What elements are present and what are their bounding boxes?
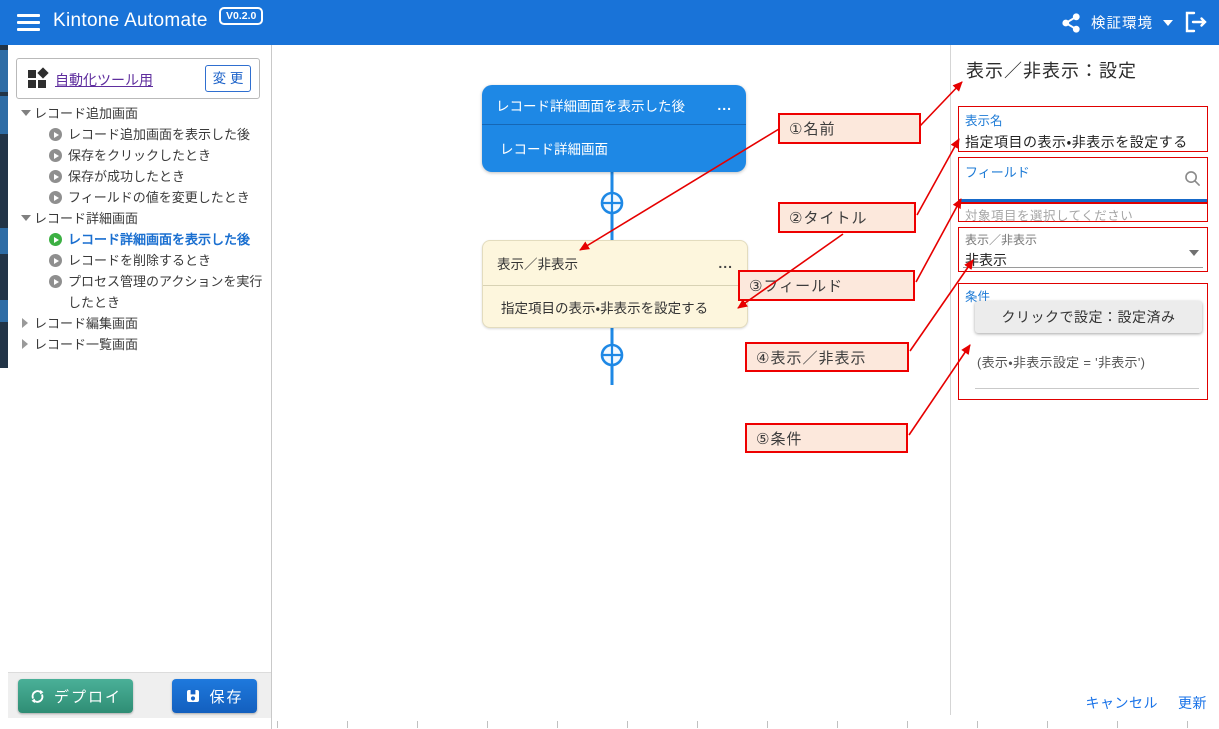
tree-event[interactable]: レコード追加画面を表示した後 [8, 124, 272, 145]
caret-right-icon [22, 339, 28, 349]
floppy-icon [185, 688, 201, 704]
share-icon[interactable] [1062, 13, 1081, 33]
kintone-automate-app: Kintone Automate V0.2.0 検証環境 [0, 0, 1219, 729]
annotation-title: ②タイトル [778, 202, 916, 233]
flow-canvas[interactable]: レコード詳細画面を表示した後 ... レコード詳細画面 表示／非表示 ... 指… [272, 45, 950, 729]
action-node-body: 指定項目の表示・非表示を設定する [483, 286, 747, 327]
annotation-field: ③フィールド [738, 270, 915, 301]
tree-group-record-list[interactable]: レコード一覧画面 [8, 334, 272, 355]
tree-group-record-add[interactable]: レコード追加画面 [8, 103, 272, 124]
event-icon [49, 170, 62, 183]
field-placeholder: 対象項目を選択してください [958, 203, 1208, 222]
panel-title: 表示／非表示：設定 [966, 57, 1137, 83]
tree-group-record-edit[interactable]: レコード編集画面 [8, 313, 272, 334]
event-icon [49, 191, 62, 204]
action-node[interactable]: 表示／非表示 ... 指定項目の表示・非表示を設定する [482, 240, 748, 328]
cancel-button[interactable]: キャンセル [1086, 693, 1159, 713]
collapsed-panel-strip[interactable] [0, 45, 8, 368]
app-title: Kintone Automate [53, 10, 208, 32]
event-icon [49, 149, 62, 162]
environment-selector[interactable]: 検証環境 [1062, 0, 1173, 45]
field-label: フィールド [965, 162, 1201, 181]
annotation-condition: ⑤条件 [745, 423, 908, 453]
annotation-visibility: ④表示／非表示 [745, 342, 909, 372]
trigger-node[interactable]: レコード詳細画面を表示した後 ... レコード詳細画面 [482, 85, 746, 172]
visibility-label: 表示／非表示 [965, 231, 1201, 248]
event-icon [49, 275, 62, 288]
app-grid-icon [28, 69, 48, 89]
event-icon [49, 128, 62, 141]
event-tree: レコード追加画面 レコード追加画面を表示した後 保存をクリックしたとき 保存が成… [8, 103, 272, 355]
sidebar-footer: デプロイ 保存 [8, 672, 271, 718]
sync-icon [29, 688, 46, 705]
tree-event[interactable]: 保存が成功したとき [8, 166, 272, 187]
display-name-value[interactable]: 指定項目の表示・非表示を設定する [965, 132, 1201, 152]
chevron-down-icon [1163, 20, 1173, 26]
app-header: Kintone Automate V0.2.0 検証環境 [0, 0, 1219, 45]
condition-expression: (表示・非表示設定 = '非表示') [977, 352, 1145, 371]
search-icon[interactable] [1184, 170, 1201, 187]
tree-event-active[interactable]: レコード詳細画面を表示した後 [8, 229, 272, 250]
environment-label: 検証環境 [1091, 12, 1153, 33]
field-section[interactable]: フィールド [958, 157, 1208, 203]
caret-down-icon [21, 215, 31, 221]
menu-icon[interactable] [17, 14, 40, 31]
display-name-label: 表示名 [965, 110, 1201, 129]
event-icon-active [49, 233, 62, 246]
trigger-node-body: レコード詳細画面 [482, 125, 746, 171]
visibility-select[interactable]: 表示／非表示 非表示 [958, 227, 1208, 272]
annotation-name: ①名前 [778, 113, 921, 144]
tree-event[interactable]: 保存をクリックしたとき [8, 145, 272, 166]
field-input-focus-line [959, 199, 1207, 202]
condition-section: 条件 クリックで設定：設定済み (表示・非表示設定 = '非表示') [958, 283, 1208, 400]
action-node-header: 表示／非表示 ... [483, 241, 747, 286]
display-name-section: 表示名 指定項目の表示・非表示を設定する [958, 106, 1208, 152]
version-badge: V0.2.0 [219, 7, 263, 25]
change-app-button[interactable]: 変 更 [205, 65, 251, 92]
tree-group-record-detail[interactable]: レコード詳細画面 [8, 208, 272, 229]
condition-set-button[interactable]: クリックで設定：設定済み [975, 301, 1202, 333]
panel-actions: キャンセル 更新 [1086, 693, 1208, 713]
chevron-down-icon [1189, 250, 1199, 256]
caret-down-icon [21, 110, 31, 116]
app-selector-box: 自動化ツール用 変 更 [16, 58, 260, 99]
node-menu-icon[interactable]: ... [717, 97, 732, 113]
settings-panel: 表示／非表示：設定 表示名 指定項目の表示・非表示を設定する フィールド 対象項… [950, 45, 1219, 715]
node-menu-icon[interactable]: ... [718, 255, 733, 271]
tree-event[interactable]: プロセス管理のアクションを実行したとき [8, 271, 272, 313]
tree-event[interactable]: レコードを削除するとき [8, 250, 272, 271]
sidebar: 自動化ツール用 変 更 レコード追加画面 レコード追加画面を表示した後 保存をク… [8, 45, 272, 729]
trigger-node-header: レコード詳細画面を表示した後 ... [482, 85, 746, 125]
tree-event[interactable]: フィールドの値を変更したとき [8, 187, 272, 208]
event-icon [49, 254, 62, 267]
app-name-link[interactable]: 自動化ツール用 [55, 70, 153, 90]
caret-right-icon [22, 318, 28, 328]
update-button[interactable]: 更新 [1178, 693, 1207, 713]
deploy-button[interactable]: デプロイ [18, 679, 133, 713]
logout-icon[interactable] [1183, 10, 1209, 34]
save-button[interactable]: 保存 [172, 679, 257, 713]
